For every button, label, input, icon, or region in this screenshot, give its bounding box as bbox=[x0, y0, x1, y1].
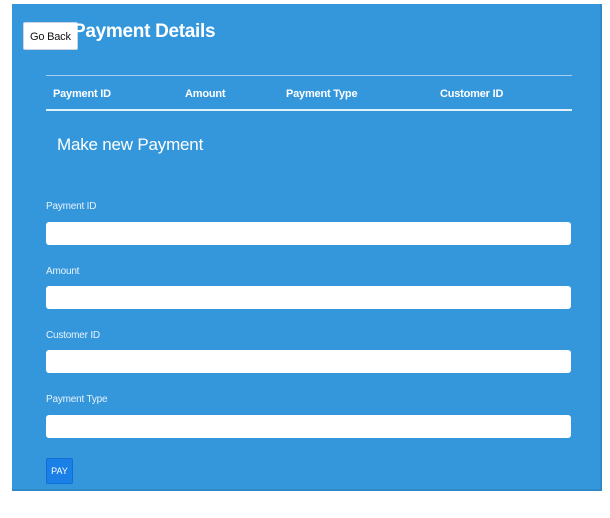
payment-type-input[interactable] bbox=[46, 415, 571, 438]
amount-input[interactable] bbox=[46, 286, 571, 309]
payments-table-header: Payment ID Amount Payment Type Customer … bbox=[46, 79, 572, 111]
customer-id-input[interactable] bbox=[46, 350, 571, 373]
amount-label: Amount bbox=[46, 266, 80, 277]
column-header-customer-id: Customer ID bbox=[440, 88, 504, 100]
new-payment-title: Make new Payment bbox=[57, 135, 204, 154]
column-header-amount: Amount bbox=[185, 88, 226, 100]
customer-id-label: Customer ID bbox=[46, 330, 100, 341]
table-divider bbox=[46, 75, 572, 76]
go-back-button[interactable]: Go Back bbox=[23, 22, 78, 50]
payment-panel: Go Back Payment Details Payment ID Amoun… bbox=[12, 4, 602, 491]
payment-id-input[interactable] bbox=[46, 222, 571, 245]
column-header-payment-type: Payment Type bbox=[286, 88, 358, 100]
column-header-payment-id: Payment ID bbox=[53, 88, 111, 100]
page-title: Payment Details bbox=[73, 21, 216, 42]
payment-id-label: Payment ID bbox=[46, 201, 97, 212]
pay-button[interactable]: PAY bbox=[46, 458, 73, 484]
payment-type-label: Payment Type bbox=[46, 394, 108, 405]
